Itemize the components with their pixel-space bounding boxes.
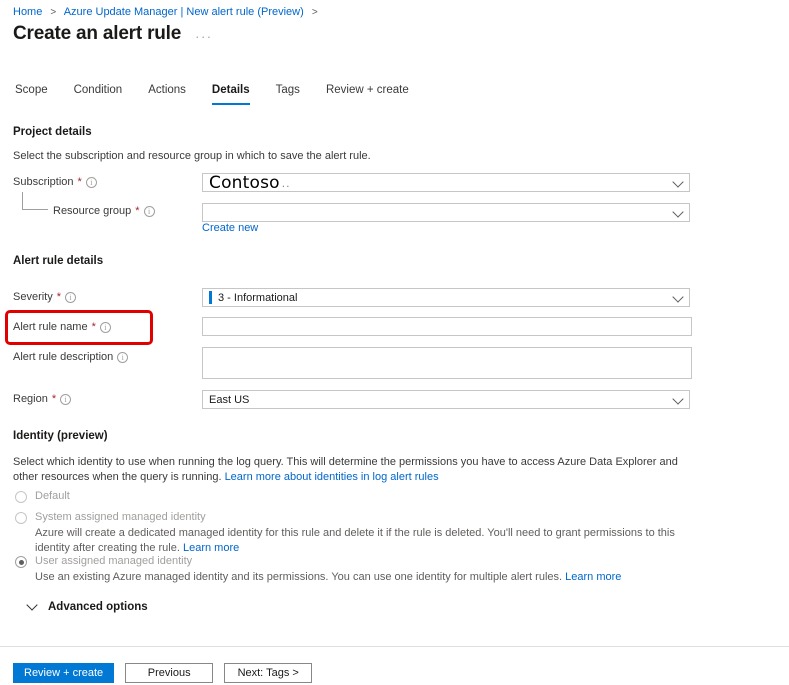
info-icon[interactable]: i [85,176,97,188]
create-new-resource-group-link[interactable]: Create new [202,222,258,234]
section-heading-project-details: Project details [13,126,92,138]
region-required-marker: * [51,392,57,405]
section-desc-project-details: Select the subscription and resource gro… [13,150,371,162]
subscription-select[interactable]: Contoso .. [202,172,690,193]
tab-review-create[interactable]: Review + create [313,82,422,105]
region-label-text: Region [13,393,48,405]
breadcrumb: Home > Azure Update Manager | New alert … [13,5,323,20]
tab-actions[interactable]: Actions [135,82,199,105]
tab-details[interactable]: Details [199,82,263,105]
learn-more-link[interactable]: Learn more [565,571,621,583]
previous-button[interactable]: Previous [125,663,214,683]
breadcrumb-separator: > [50,7,57,18]
radio-label: Default [35,490,70,502]
breadcrumb-separator-2: > [311,7,318,18]
radio-icon[interactable] [15,491,27,503]
region-label: Region * i [13,392,72,405]
radio-sublabel: Azure will create a dedicated managed id… [35,526,707,556]
alert-rule-name-input[interactable] [202,317,692,336]
region-value: East US [209,393,250,406]
severity-label-text: Severity [13,291,53,303]
radio-icon[interactable] [15,512,27,524]
section-heading-identity: Identity (preview) [13,430,108,442]
identity-description: Select which identity to use when runnin… [13,455,703,485]
radio-sub-text: Use an existing Azure managed identity a… [35,571,566,583]
info-icon[interactable]: i [143,205,155,217]
tab-tags[interactable]: Tags [263,82,313,105]
create-alert-rule-page: Home > Azure Update Manager | New alert … [0,0,789,685]
resource-group-tree-connector [22,192,48,210]
severity-indicator-bar [209,291,212,304]
radio-sublabel: Use an existing Azure managed identity a… [35,570,707,585]
resource-group-label: Resource group * i [53,205,155,217]
severity-select[interactable]: 3 - Informational [202,288,690,307]
subscription-value-suffix: .. [281,175,291,190]
tab-scope[interactable]: Scope [13,82,61,105]
tab-bar: Scope Condition Actions Details Tags Rev… [13,82,422,105]
radio-icon-selected[interactable] [15,556,27,568]
resource-group-label-text: Resource group [53,205,132,217]
info-icon[interactable]: i [117,351,129,363]
severity-required-marker: * [56,290,62,303]
footer-actions: Review + create Previous Next: Tags > [13,663,313,683]
resource-group-select[interactable] [202,203,690,222]
chevron-down-icon [672,175,684,188]
breadcrumb-item-azure-update-manager[interactable]: Azure Update Manager | New alert rule (P… [64,6,304,18]
resource-group-required-marker: * [135,204,140,217]
alert-rule-description-label-text: Alert rule description [13,351,114,363]
alert-rule-name-label-text: Alert rule name [13,321,88,333]
alert-rule-description-label: Alert rule description i [13,351,129,363]
subscription-value: Contoso [209,172,280,193]
info-icon[interactable]: i [65,291,77,303]
severity-label: Severity * i [13,290,77,303]
footer-separator [0,646,789,647]
tab-condition[interactable]: Condition [61,82,136,105]
region-select[interactable]: East US [202,390,690,409]
chevron-down-icon [672,392,684,405]
section-heading-alert-rule-details: Alert rule details [13,255,104,267]
severity-value: 3 - Informational [218,291,298,304]
alert-rule-description-textarea[interactable] [202,347,692,379]
more-options-icon[interactable]: ··· [195,25,213,44]
subscription-label: Subscription * i [13,176,97,188]
subscription-required-marker: * [77,175,82,188]
info-icon[interactable]: i [99,321,111,333]
info-icon[interactable]: i [60,393,72,405]
breadcrumb-item-home[interactable]: Home [13,6,42,18]
alert-rule-name-label: Alert rule name * i [13,321,111,333]
alert-rule-name-required-marker: * [91,320,96,333]
review-create-button[interactable]: Review + create [13,663,115,683]
identity-learn-more-link[interactable]: Learn more about identities in log alert… [225,471,439,483]
next-tags-button[interactable]: Next: Tags > [224,663,313,683]
radio-label: System assigned managed identity [35,511,206,523]
radio-sub-text: Azure will create a dedicated managed id… [35,527,675,554]
chevron-down-icon [672,205,684,218]
chevron-down-icon [26,599,38,611]
page-title: Create an alert rule [13,23,182,44]
advanced-options-toggle[interactable]: Advanced options [26,599,148,613]
advanced-options-label: Advanced options [48,601,148,613]
title-row: Create an alert rule ··· [13,22,213,46]
radio-label: User assigned managed identity [35,555,193,567]
learn-more-link[interactable]: Learn more [183,542,239,554]
chevron-down-icon [672,290,684,303]
subscription-label-text: Subscription [13,176,74,188]
